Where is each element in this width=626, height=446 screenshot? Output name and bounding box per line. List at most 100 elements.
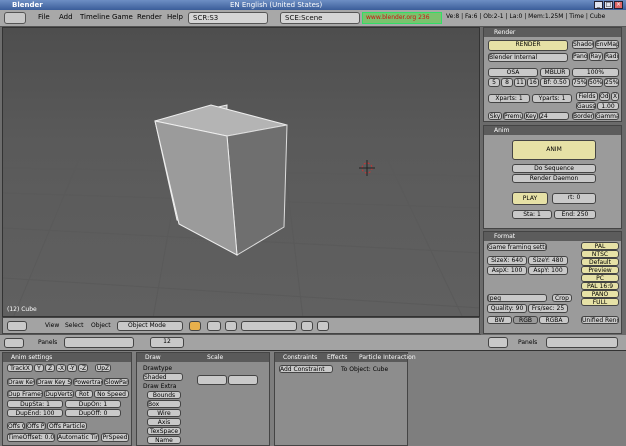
offs-particle-toggle[interactable]: Offs Particle <box>47 422 87 430</box>
menu-render[interactable]: Render <box>137 13 162 21</box>
osa-8[interactable]: 8 <box>501 78 513 87</box>
menu-file[interactable]: File <box>38 13 50 21</box>
quality-field[interactable]: Quality: 90 <box>487 304 527 313</box>
preset-pal-169[interactable]: PAL 16:9 <box>581 282 619 290</box>
render-daemon-toggle[interactable]: Render Daemon <box>512 174 596 183</box>
anim-button[interactable]: ANIM <box>512 140 596 160</box>
draw-type-icon[interactable] <box>189 321 201 331</box>
editor-type-icon[interactable] <box>488 337 508 348</box>
axis-y-button[interactable]: Y <box>34 364 44 372</box>
layer-grid-left[interactable] <box>197 375 227 385</box>
layer-grid-right[interactable] <box>228 375 258 385</box>
prspeed-toggle[interactable]: PrSpeed <box>101 433 129 442</box>
3d-viewport[interactable]: (12) Cube <box>2 27 480 317</box>
rt-field[interactable]: rt: 0 <box>552 193 596 204</box>
panels-menu[interactable]: Panels <box>38 339 57 346</box>
axis-negx-button[interactable]: -X <box>56 364 66 372</box>
render-button[interactable]: RENDER <box>488 40 568 51</box>
gamma-toggle[interactable]: Gamma <box>595 112 619 120</box>
box-toggle[interactable]: Box <box>147 400 181 408</box>
axis-toggle[interactable]: Axis <box>147 418 181 426</box>
scene-selector[interactable]: SCE:Scene <box>280 12 360 24</box>
odd-toggle[interactable]: Odd <box>599 92 610 101</box>
menu-help[interactable]: Help <box>167 13 183 21</box>
editor-type-icon[interactable] <box>4 338 24 348</box>
aspy-field[interactable]: AspY: 100 <box>528 266 568 275</box>
effects-tab[interactable]: Effects <box>327 354 347 361</box>
draw-tab[interactable]: Draw <box>137 353 269 362</box>
blur-factor-field[interactable]: Bf: 0.50 <box>540 78 570 87</box>
gauss-toggle[interactable]: Gauss <box>576 102 596 110</box>
add-constraint-button[interactable]: Add Constraint <box>279 365 333 373</box>
frame-field[interactable]: 12 <box>150 337 184 348</box>
do-sequence-toggle[interactable]: Do Sequence <box>512 164 596 173</box>
play-button[interactable]: PLAY <box>512 192 548 205</box>
menu-game[interactable]: Game <box>112 13 133 21</box>
preset-full[interactable]: FULL <box>581 298 619 306</box>
ray-toggle[interactable]: Ray <box>589 52 603 61</box>
rgb-toggle[interactable]: RGB <box>513 316 538 324</box>
screen-selector[interactable]: SCR:S3 <box>188 12 268 24</box>
dupend-field[interactable]: DupEnd: 100 <box>7 409 63 417</box>
dupsta-field[interactable]: DupSta: 1 <box>7 400 63 408</box>
close-icon[interactable]: × <box>614 1 623 9</box>
envmap-toggle[interactable]: EnvMap <box>595 40 619 49</box>
select-menu[interactable]: Select <box>65 322 84 329</box>
size-selector[interactable]: 100% <box>572 68 619 77</box>
crop-toggle[interactable]: Crop <box>552 294 572 302</box>
draw-key-toggle[interactable]: Draw Key <box>7 378 35 386</box>
automatic-time-toggle[interactable]: Automatic Time <box>57 433 99 442</box>
manipulator-icon[interactable] <box>225 321 237 331</box>
slowpar-toggle[interactable]: SlowPar <box>104 378 129 386</box>
draw-key-sel-toggle[interactable]: Draw Key Sel <box>36 378 72 386</box>
aspx-field[interactable]: AspX: 100 <box>487 266 527 275</box>
timeoffset-field[interactable]: TimeOffset: 0.00 <box>7 433 55 442</box>
maximize-icon[interactable]: □ <box>604 1 613 9</box>
preset-preview[interactable]: Preview <box>581 266 619 274</box>
offs-ob-toggle[interactable]: Offs Ob <box>7 422 25 430</box>
editor-type-icon[interactable] <box>7 321 27 331</box>
no-speed-toggle[interactable]: No Speed <box>94 390 129 398</box>
shadow-toggle[interactable]: Shadow <box>572 40 594 49</box>
sizex-field[interactable]: SizeX: 640 <box>487 256 527 265</box>
frames-per-second-field[interactable]: Frs/sec: 25 <box>528 304 568 313</box>
fields-toggle[interactable]: Fields <box>576 92 598 101</box>
osa-toggle[interactable]: OSA <box>488 68 538 77</box>
wire-toggle[interactable]: Wire <box>147 409 181 417</box>
file-format-selector[interactable]: Jpeg <box>487 294 547 302</box>
key-value[interactable]: 24 <box>539 112 569 120</box>
x-toggle[interactable]: X <box>611 92 619 101</box>
panels-menu[interactable]: Panels <box>518 339 537 346</box>
lock-icon[interactable] <box>301 321 313 331</box>
dupverts-toggle[interactable]: DupVerts <box>44 390 74 398</box>
offs-par-toggle[interactable]: Offs Par <box>26 422 46 430</box>
mode-selector[interactable]: Object Mode <box>117 321 183 331</box>
pivot-icon[interactable] <box>207 321 221 331</box>
dupon-field[interactable]: DupOn: 1 <box>65 400 121 408</box>
view-menu[interactable]: View <box>45 322 59 329</box>
texspace-toggle[interactable]: TexSpace <box>147 427 181 435</box>
sizey-field[interactable]: SizeY: 480 <box>528 256 568 265</box>
renderer-selector[interactable]: Blender Internal <box>488 53 568 62</box>
preset-ntsc[interactable]: NTSC <box>581 250 619 258</box>
preset-default[interactable]: Default <box>581 258 619 266</box>
mblur-toggle[interactable]: MBLUR <box>540 68 570 77</box>
osa-11[interactable]: 11 <box>514 78 526 87</box>
end-frame-field[interactable]: End: 250 <box>554 210 596 219</box>
gauss-value[interactable]: 1.00 <box>597 102 619 110</box>
premul-toggle[interactable]: Premul <box>503 112 523 120</box>
osa-16[interactable]: 16 <box>527 78 539 87</box>
pano-toggle[interactable]: Pano <box>572 52 588 61</box>
object-menu[interactable]: Object <box>91 322 111 329</box>
camera-icon[interactable] <box>317 321 329 331</box>
unified-render-toggle[interactable]: Unified Render <box>581 316 619 324</box>
menu-timeline[interactable]: Timeline <box>80 13 110 21</box>
context-buttons[interactable] <box>64 337 134 348</box>
context-buttons[interactable] <box>546 337 618 348</box>
layers-grid[interactable] <box>241 321 297 331</box>
drawtype-selector[interactable]: Shaded <box>143 373 183 381</box>
up-axis-selector[interactable]: UpZ <box>95 364 111 372</box>
powertrack-toggle[interactable]: Powertrack <box>73 378 103 386</box>
size-50[interactable]: 50% <box>588 78 603 87</box>
rot-toggle[interactable]: Rot <box>75 390 93 398</box>
